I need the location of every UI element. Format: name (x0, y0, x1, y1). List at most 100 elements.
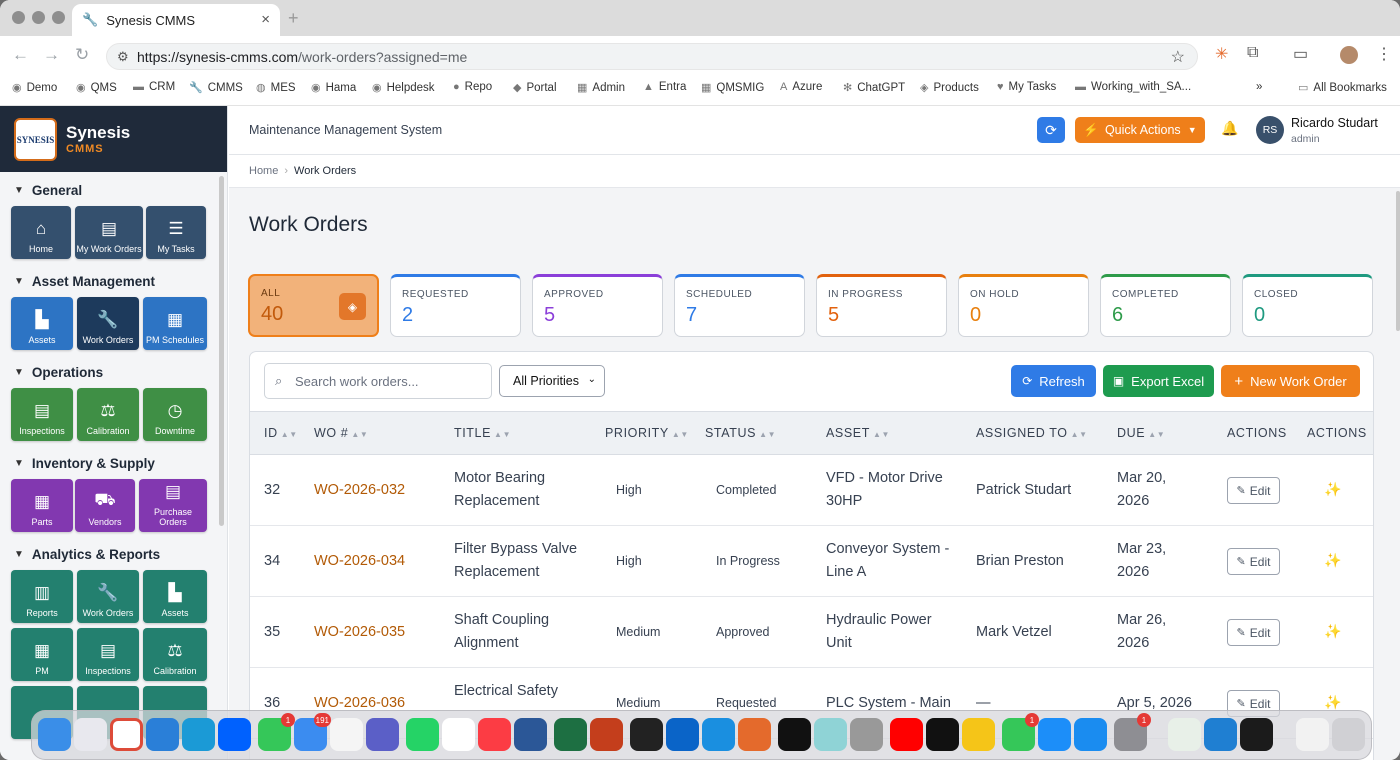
new-tab-icon[interactable]: + (288, 8, 299, 29)
bookmark-working-with-sa[interactable]: ▬ Working_with_SA... (1075, 81, 1191, 93)
magic-wand-icon[interactable]: ✨ (1324, 623, 1341, 640)
mail-icon[interactable]: 191 (294, 713, 331, 751)
reading-mode-icon[interactable]: ▭ (1293, 44, 1308, 64)
wo-number-link[interactable]: WO-2026-032 (314, 479, 405, 502)
edit-button[interactable]: ✎ Edit (1227, 619, 1280, 646)
bookmark-crm[interactable]: ▬ CRM (133, 81, 175, 93)
bookmark-qms[interactable]: ◉ QMS (76, 81, 117, 95)
status-card-approved[interactable]: APPROVED 5 (532, 274, 663, 337)
edge-icon[interactable] (182, 718, 215, 751)
system-settings-icon[interactable]: 1 (1114, 713, 1151, 751)
sidebar-item-my-tasks[interactable]: ☰ My Tasks (146, 206, 206, 259)
refresh-button[interactable]: ⟳ Refresh (1011, 365, 1096, 397)
sidebar-item-pm-schedules[interactable]: ▦ PM Schedules (143, 297, 207, 350)
edit-button[interactable]: ✎ Edit (1227, 477, 1280, 504)
sidebar-item-vendors[interactable]: ⛟ Vendors (75, 479, 135, 532)
bookmark-helpdesk[interactable]: ◉ Helpdesk (372, 81, 435, 95)
column-priority[interactable]: PRIORITY ▲▼ (605, 426, 689, 440)
close-window-button[interactable] (12, 11, 25, 24)
sidebar-item-reports[interactable]: ▥ Reports (11, 570, 73, 623)
sidebar-item-calibration[interactable]: ⚖ Calibration (77, 388, 139, 441)
minimize-window-button[interactable] (32, 11, 45, 24)
zoom-window-button[interactable] (52, 11, 65, 24)
sidebar-item-report-calibration[interactable]: ⚖ Calibration (143, 628, 207, 681)
section-analytics-reports[interactable]: ▼ Analytics & Reports (14, 547, 160, 562)
address-bar[interactable]: ⚙ https://synesis-cmms.com/work-orders?a… (106, 43, 1198, 70)
powerpoint-icon[interactable] (590, 718, 623, 751)
s-app-icon[interactable] (702, 718, 735, 751)
breadcrumb-home[interactable]: Home (249, 165, 278, 177)
edit-button[interactable]: ✎ Edit (1227, 548, 1280, 575)
sidebar-item-my-work-orders[interactable]: ▤ My Work Orders (75, 206, 143, 259)
preview-icon[interactable] (962, 718, 995, 751)
contacts-icon[interactable] (850, 718, 883, 751)
vscode-icon[interactable] (1204, 718, 1237, 751)
finder-icon[interactable] (38, 718, 71, 751)
app-store-icon[interactable] (1074, 718, 1107, 751)
terminal-icon[interactable] (630, 718, 663, 751)
sidebar-item-work-orders[interactable]: 🔧 Work Orders (77, 297, 139, 350)
bookmark-products[interactable]: ◈ Products (920, 81, 979, 95)
status-card-all[interactable]: ALL 40 ◈ (248, 274, 379, 337)
column-wo-number[interactable]: WO # ▲▼ (314, 426, 368, 440)
calendar-icon[interactable] (330, 718, 363, 751)
teams-icon[interactable] (366, 718, 399, 751)
activity-monitor-icon[interactable] (778, 718, 811, 751)
music-icon[interactable] (478, 718, 511, 751)
site-settings-icon[interactable]: ⚙ (117, 49, 129, 65)
grammarly-icon[interactable] (1168, 718, 1201, 751)
outlook-icon[interactable] (666, 718, 699, 751)
sidebar-item-assets[interactable]: ▙ Assets (11, 297, 73, 350)
bookmarks-overflow-icon[interactable]: » (1256, 81, 1262, 93)
browser-tab[interactable]: 🔧 Synesis CMMS × (72, 4, 280, 36)
bookmark-chatgpt[interactable]: ✻ ChatGPT (843, 81, 905, 95)
magic-wand-icon[interactable]: ✨ (1324, 481, 1341, 498)
sidebar-scrollbar[interactable] (219, 176, 224, 526)
chrome-icon[interactable] (110, 718, 143, 751)
stocks-icon[interactable] (1240, 718, 1273, 751)
bookmark-mes[interactable]: ◍ MES (256, 81, 296, 95)
messages-icon[interactable]: 1 (258, 713, 295, 751)
profile-avatar-icon[interactable] (1340, 46, 1358, 64)
wo-number-link[interactable]: WO-2026-034 (314, 550, 405, 573)
bookmark-azure[interactable]: A Azure (780, 81, 822, 93)
status-card-requested[interactable]: REQUESTED 2 (390, 274, 521, 337)
bookmark-hama[interactable]: ◉ Hama (311, 81, 356, 95)
priority-select[interactable]: All Priorities ⌄ (499, 365, 605, 397)
reload-icon[interactable]: ↻ (75, 45, 89, 65)
section-asset-management[interactable]: ▼ Asset Management (14, 274, 155, 289)
new-work-order-button[interactable]: + New Work Order (1221, 365, 1360, 397)
dropbox-icon[interactable] (218, 718, 251, 751)
facetime-icon[interactable]: 1 (1002, 713, 1039, 751)
column-status[interactable]: STATUS ▲▼ (705, 426, 776, 440)
sidebar-item-report-assets[interactable]: ▙ Assets (143, 570, 207, 623)
bookmark-qmsmig[interactable]: ▦ QMSMIG (701, 81, 764, 95)
bookmark-portal[interactable]: ◆ Portal (513, 81, 557, 95)
time-machine-icon[interactable] (814, 718, 847, 751)
bookmark-cmms[interactable]: 🔧 CMMS (189, 81, 243, 95)
table-row[interactable]: 32 WO-2026-032 Motor Bearing Replacement… (250, 455, 1373, 526)
sidebar-item-report-work-orders[interactable]: 🔧 Work Orders (77, 570, 139, 623)
sidebar-item-purchase-orders[interactable]: ▤ Purchase Orders (139, 479, 207, 532)
browser-menu-icon[interactable]: ⋮ (1376, 44, 1392, 64)
bookmark-demo[interactable]: ◉ Demo (12, 81, 57, 95)
all-bookmarks[interactable]: ▭ All Bookmarks (1298, 81, 1387, 95)
q-app-icon[interactable] (1038, 718, 1071, 751)
status-card-scheduled[interactable]: SCHEDULED 7 (674, 274, 805, 337)
bookmark-entra[interactable]: ▲ Entra (643, 81, 686, 93)
magic-wand-icon[interactable]: ✨ (1324, 552, 1341, 569)
sidebar-item-downtime[interactable]: ◷ Downtime (143, 388, 207, 441)
excel-icon[interactable] (554, 718, 587, 751)
column-assigned-to[interactable]: ASSIGNED TO ▲▼ (976, 426, 1088, 440)
avatar[interactable]: RS (1256, 116, 1284, 144)
section-general[interactable]: ▼ General (14, 183, 82, 198)
status-card-on-hold[interactable]: ON HOLD 0 (958, 274, 1089, 337)
sidebar-item-parts[interactable]: ▦ Parts (11, 479, 73, 532)
whatsapp-icon[interactable] (406, 718, 439, 751)
column-title[interactable]: TITLE ▲▼ (454, 426, 511, 440)
bookmark-admin[interactable]: ▦ Admin (577, 81, 625, 95)
search-input[interactable]: ⌕ Search work orders... (264, 363, 492, 399)
status-card-closed[interactable]: CLOSED 0 (1242, 274, 1373, 337)
brand-header[interactable]: SYNESIS Synesis CMMS (0, 106, 227, 172)
word-icon[interactable] (514, 718, 547, 751)
